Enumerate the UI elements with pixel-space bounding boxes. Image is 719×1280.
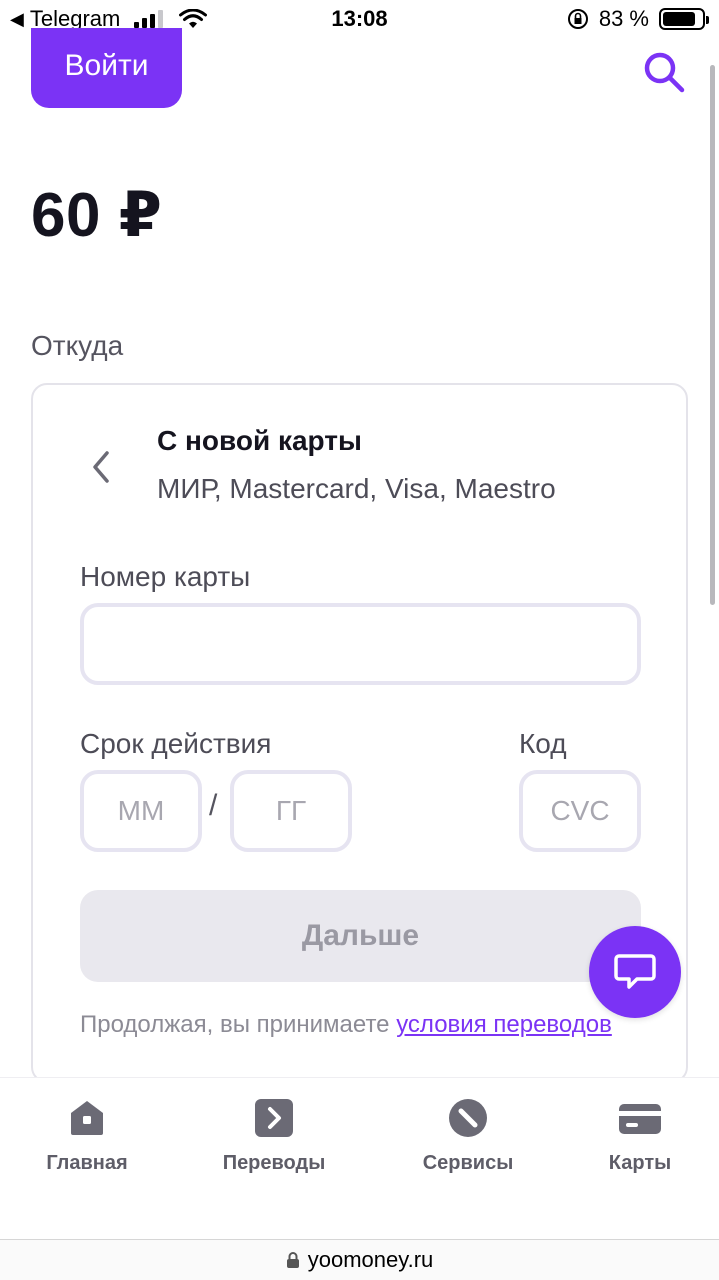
expiry-month-input[interactable] xyxy=(80,770,202,852)
login-button[interactable]: Войти xyxy=(31,28,182,108)
battery-icon xyxy=(659,8,709,30)
home-icon xyxy=(71,1101,103,1135)
code-label: Код xyxy=(519,728,567,759)
cvc-input[interactable] xyxy=(519,770,641,852)
card-number-input[interactable] xyxy=(80,603,641,685)
browser-url-bar[interactable]: yoomoney.ru xyxy=(0,1239,719,1280)
nav-label-services: Сервисы xyxy=(422,1152,514,1174)
search-icon[interactable] xyxy=(640,48,688,96)
from-label: Откуда xyxy=(31,330,124,361)
bottom-nav: Главная Переводы Сервисы Карты xyxy=(0,1077,719,1239)
terms-link[interactable]: условия переводов xyxy=(396,1011,612,1038)
chevron-left-icon[interactable] xyxy=(83,445,119,489)
nav-label-cards: Карты xyxy=(608,1152,672,1174)
nav-label-transfers: Переводы xyxy=(222,1152,326,1174)
next-button[interactable]: Дальше xyxy=(80,890,641,982)
terms-prefix: Продолжая, вы принимаете xyxy=(80,1011,397,1038)
nav-item-cards[interactable]: Карты xyxy=(560,1098,719,1175)
card-source-subtitle: МИР, Mastercard, Visa, Maestro xyxy=(157,473,556,504)
nav-label-home: Главная xyxy=(46,1152,128,1174)
card-number-label: Номер карты xyxy=(80,561,251,592)
terms-text: Продолжая, вы принимаете условия перевод… xyxy=(80,1011,612,1039)
compass-icon xyxy=(449,1099,487,1137)
browser-url: yoomoney.ru xyxy=(307,1247,434,1272)
card-icon xyxy=(619,1104,661,1134)
expiry-year-input[interactable] xyxy=(230,770,352,852)
payment-amount: 60 ₽ xyxy=(31,181,163,250)
status-right: 83 % xyxy=(567,6,709,32)
card-source-title: С новой карты xyxy=(157,425,362,456)
expiry-label: Срок действия xyxy=(80,728,272,759)
nav-item-services[interactable]: Сервисы xyxy=(388,1098,548,1175)
scrollbar[interactable] xyxy=(710,65,715,605)
transfer-icon xyxy=(255,1099,293,1137)
chat-button[interactable] xyxy=(589,926,681,1018)
nav-item-home[interactable]: Главная xyxy=(7,1098,167,1175)
chat-icon xyxy=(614,954,656,989)
nav-item-transfers[interactable]: Переводы xyxy=(194,1098,354,1175)
battery-percent: 83 % xyxy=(598,6,649,31)
orientation-lock-icon xyxy=(567,9,588,29)
expiry-separator: / xyxy=(209,789,218,822)
lock-icon xyxy=(286,1252,299,1268)
